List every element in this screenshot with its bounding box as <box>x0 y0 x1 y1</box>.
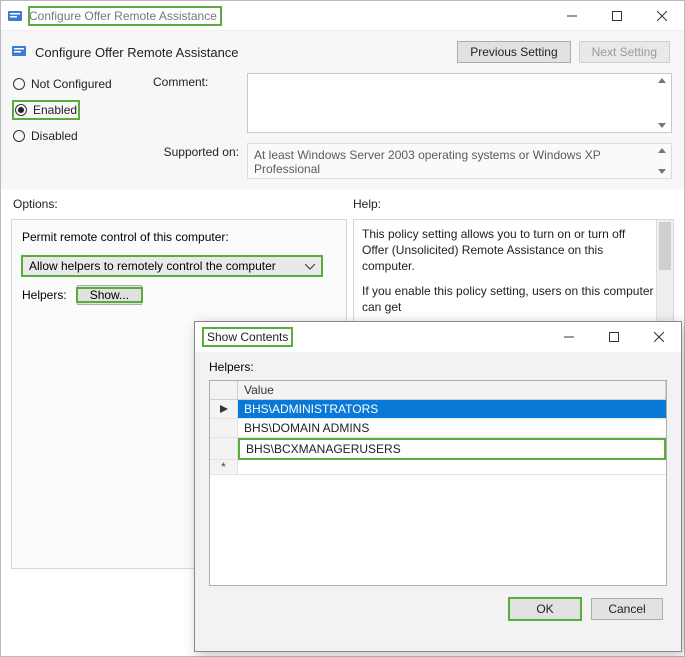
cancel-button[interactable]: Cancel <box>591 598 663 620</box>
scrollbar[interactable] <box>654 145 670 177</box>
table-row-new[interactable]: * <box>210 460 666 475</box>
dialog-minimize-button[interactable] <box>546 323 591 351</box>
scroll-thumb[interactable] <box>659 222 671 270</box>
radio-disabled[interactable]: Disabled <box>13 129 143 143</box>
top-section: Not Configured Enabled Disabled Comment: <box>1 67 684 189</box>
header-row: Configure Offer Remote Assistance Previo… <box>1 31 684 67</box>
grid-empty-area <box>210 475 666 585</box>
row-indicator-icon <box>210 400 238 419</box>
show-helpers-button[interactable]: Show... <box>77 285 142 305</box>
radio-icon <box>13 130 25 142</box>
scroll-up-icon <box>658 148 666 153</box>
table-row[interactable]: BHS\BCXMANAGERUSERS <box>210 438 666 460</box>
help-text: This policy setting allows you to turn o… <box>362 226 655 275</box>
help-label: Help: <box>353 197 672 211</box>
table-row[interactable]: BHS\DOMAIN ADMINS <box>210 419 666 438</box>
grid-corner <box>210 381 238 400</box>
dialog-close-button[interactable] <box>636 323 681 351</box>
policy-icon <box>7 8 23 24</box>
chevron-down-icon <box>305 259 315 273</box>
dialog-titlebar: Show Contents <box>195 322 681 352</box>
scrollbar[interactable] <box>654 75 670 131</box>
supported-on-label: Supported on: <box>153 143 239 179</box>
scroll-up-icon <box>658 78 666 83</box>
window-title: Configure Offer Remote Assistance <box>29 9 217 23</box>
ok-button[interactable]: OK <box>509 598 581 620</box>
new-row-icon: * <box>210 460 238 475</box>
maximize-button[interactable] <box>594 2 639 30</box>
grid-column-value[interactable]: Value <box>238 381 666 400</box>
radio-label: Not Configured <box>31 77 112 91</box>
options-label: Options: <box>13 197 353 211</box>
show-contents-dialog: Show Contents Helpers: Value BHS\ADMINIS… <box>194 321 682 652</box>
minimize-button[interactable] <box>549 2 594 30</box>
dialog-maximize-button[interactable] <box>591 323 636 351</box>
titlebar: Configure Offer Remote Assistance <box>1 1 684 31</box>
grid-cell[interactable]: BHS\DOMAIN ADMINS <box>238 419 666 438</box>
dialog-title: Show Contents <box>207 330 288 344</box>
radio-enabled[interactable]: Enabled <box>15 103 77 117</box>
radio-not-configured[interactable]: Not Configured <box>13 77 143 91</box>
radio-label: Disabled <box>31 129 78 143</box>
policy-title: Configure Offer Remote Assistance <box>35 45 457 60</box>
permit-select-value: Allow helpers to remotely control the co… <box>29 259 276 273</box>
comment-label: Comment: <box>153 73 239 133</box>
grid-cell[interactable]: BHS\BCXMANAGERUSERS <box>238 438 666 460</box>
row-header <box>210 419 238 438</box>
helpers-grid[interactable]: Value BHS\ADMINISTRATORS BHS\DOMAIN ADMI… <box>209 380 667 586</box>
permit-select[interactable]: Allow helpers to remotely control the co… <box>22 256 322 276</box>
radio-icon <box>15 104 27 116</box>
help-text: If you enable this policy setting, users… <box>362 283 655 315</box>
next-setting-button: Next Setting <box>579 41 670 63</box>
permit-label: Permit remote control of this computer: <box>22 230 336 244</box>
radio-label: Enabled <box>33 103 77 117</box>
supported-on-box: At least Windows Server 2003 operating s… <box>247 143 672 179</box>
grid-cell-new[interactable] <box>238 460 666 475</box>
supported-on-value: At least Windows Server 2003 operating s… <box>254 148 601 176</box>
comment-textarea[interactable] <box>247 73 672 133</box>
grid-cell[interactable]: BHS\ADMINISTRATORS <box>238 400 666 419</box>
helpers-label: Helpers: <box>22 288 67 302</box>
row-header <box>210 438 238 460</box>
helpers-list-label: Helpers: <box>209 360 667 374</box>
previous-setting-button[interactable]: Previous Setting <box>457 41 570 63</box>
policy-icon <box>11 43 27 62</box>
radio-icon <box>13 78 25 90</box>
state-radios: Not Configured Enabled Disabled <box>13 73 143 179</box>
scroll-down-icon <box>658 169 666 174</box>
scroll-down-icon <box>658 123 666 128</box>
table-row[interactable]: BHS\ADMINISTRATORS <box>210 400 666 419</box>
close-button[interactable] <box>639 2 684 30</box>
